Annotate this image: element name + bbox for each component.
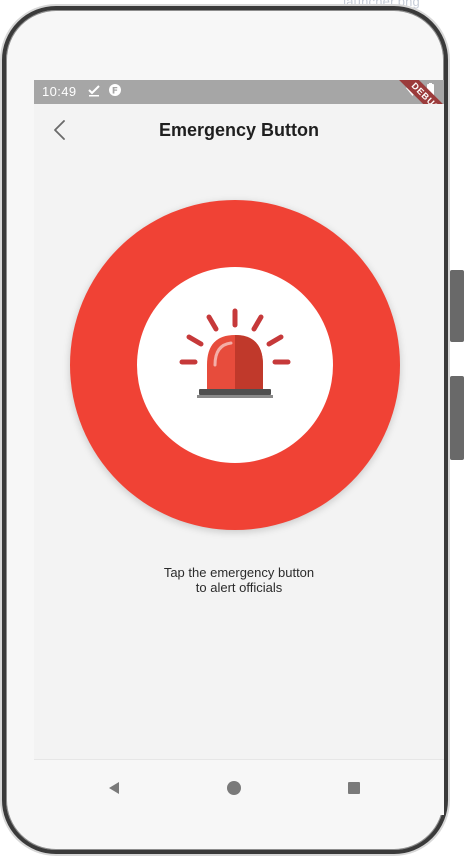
nav-home-button[interactable] xyxy=(220,774,248,802)
power-side-button xyxy=(450,270,464,342)
instruction-line-2: to alert officials xyxy=(195,580,283,595)
nav-back-icon xyxy=(109,782,119,794)
page-title: Emergency Button xyxy=(158,120,320,140)
emergency-button[interactable] xyxy=(70,200,400,530)
page: launcher.png 10:49 F DEBUG Emergency But… xyxy=(0,0,464,857)
screen: 10:49 F DEBUG Emergency Button Tap the e… xyxy=(34,80,444,815)
nav-back-button[interactable] xyxy=(100,774,128,802)
app-notification-icon: F xyxy=(109,84,121,97)
emergency-button-inner xyxy=(137,267,333,463)
status-time: 10:49 xyxy=(42,84,77,99)
phone-frame: 10:49 F DEBUG Emergency Button Tap the e… xyxy=(2,6,448,854)
instruction-line-1: Tap the emergency button xyxy=(163,565,315,580)
system-nav-bar xyxy=(34,759,444,815)
download-check-icon xyxy=(88,85,100,97)
siren-icon xyxy=(179,308,291,398)
nav-home-icon xyxy=(227,781,241,795)
instruction-text: Tap the emergency button to alert offici… xyxy=(34,565,444,595)
app-bar: Emergency Button xyxy=(34,104,444,156)
svg-text:F: F xyxy=(112,87,118,97)
nav-recents-icon xyxy=(348,782,360,794)
volume-side-button xyxy=(450,376,464,460)
status-bar: 10:49 F DEBUG xyxy=(34,80,444,135)
nav-recents-button[interactable] xyxy=(340,774,368,802)
